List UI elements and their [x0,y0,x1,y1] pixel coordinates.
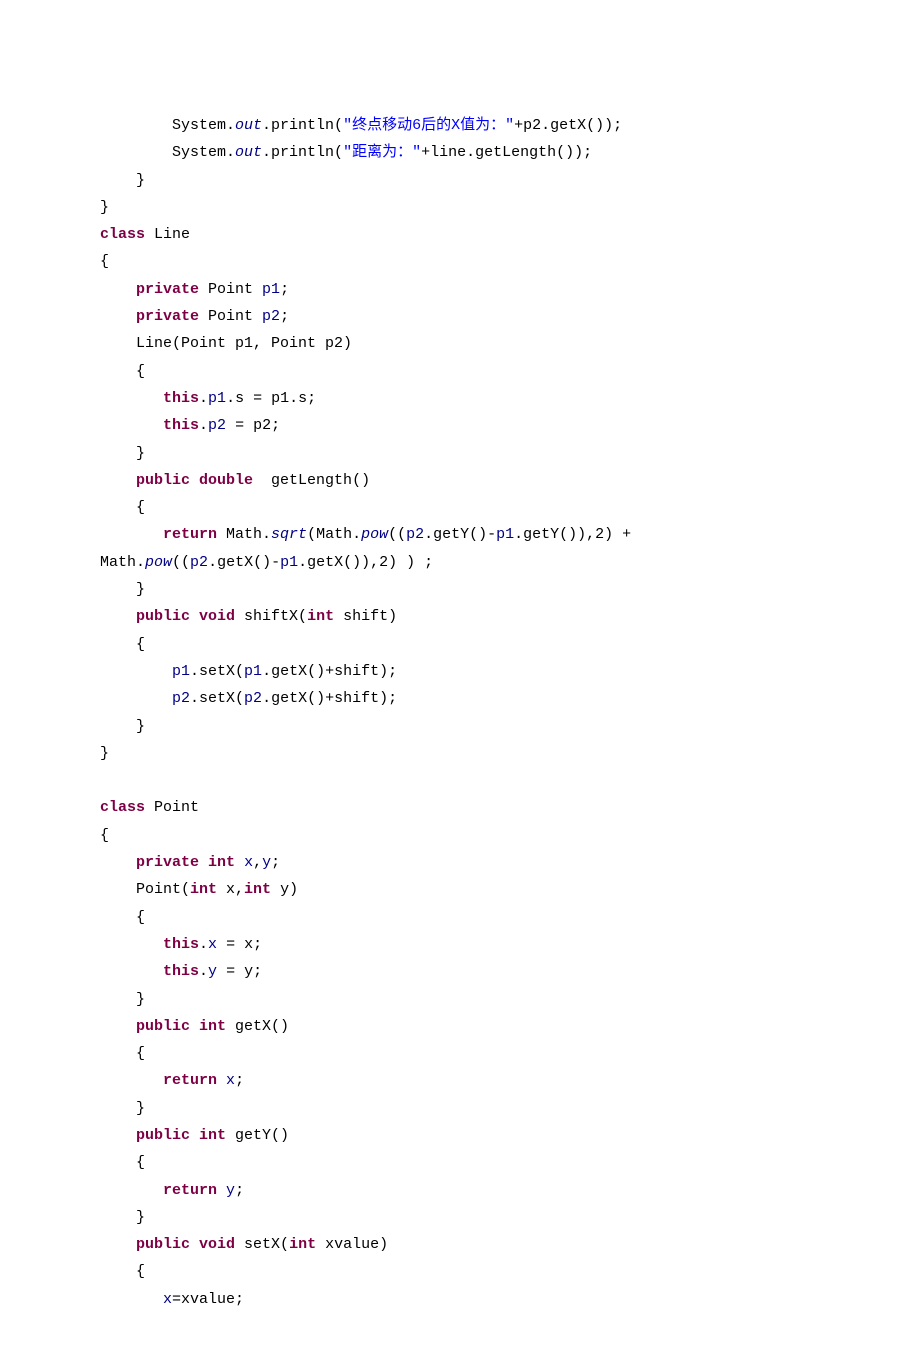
code-line: this.p2 = p2; [100,417,280,434]
code-line: p1.setX(p1.getX()+shift); [100,663,397,680]
code-line: } [100,172,145,189]
code-line: } [100,718,145,735]
code-line: { [100,363,145,380]
code-line: } [100,1209,145,1226]
code-line: return Math.sqrt(Math.pow((p2.getY()-p1.… [100,526,631,543]
code-line: class Line [100,226,190,243]
code-line: private int x,y; [100,854,280,871]
code-line: } [100,1100,145,1117]
code-line: { [100,909,145,926]
code-line: } [100,199,109,216]
code-line: public int getY() [100,1127,289,1144]
code-line: this.x = x; [100,936,262,953]
code-line: } [100,581,145,598]
code-line: return y; [100,1182,244,1199]
code-line: return x; [100,1072,244,1089]
code-line: this.p1.s = p1.s; [100,390,316,407]
code-line [100,772,109,789]
code-line: Point(int x,int y) [100,881,298,898]
code-line: { [100,827,109,844]
code-line: Math.pow((p2.getX()-p1.getX()),2) ) ; [100,554,433,571]
code-page: System.out.println("终点移动6后的X值为："+p2.getX… [0,0,920,1353]
code-line: private Point p2; [100,308,289,325]
code-line: } [100,745,109,762]
code-line: System.out.println("距离为："+line.getLength… [100,144,592,161]
code-line: private Point p1; [100,281,289,298]
code-line: } [100,445,145,462]
code-line: public int getX() [100,1018,289,1035]
code-line: Line(Point p1, Point p2) [100,335,352,352]
code-line: { [100,1154,145,1171]
code-line: { [100,499,145,516]
code-line: class Point [100,799,199,816]
code-line: { [100,636,145,653]
code-line: p2.setX(p2.getX()+shift); [100,690,397,707]
code-block: System.out.println("终点移动6后的X值为："+p2.getX… [100,112,820,1313]
code-line: public double getLength() [100,472,370,489]
code-line: { [100,1045,145,1062]
code-line: } [100,991,145,1008]
code-line: System.out.println("终点移动6后的X值为："+p2.getX… [100,117,622,134]
code-line: public void setX(int xvalue) [100,1236,388,1253]
code-line: public void shiftX(int shift) [100,608,397,625]
code-line: { [100,1263,145,1280]
code-line: x=xvalue; [100,1291,244,1308]
code-line: this.y = y; [100,963,262,980]
code-line: { [100,253,109,270]
